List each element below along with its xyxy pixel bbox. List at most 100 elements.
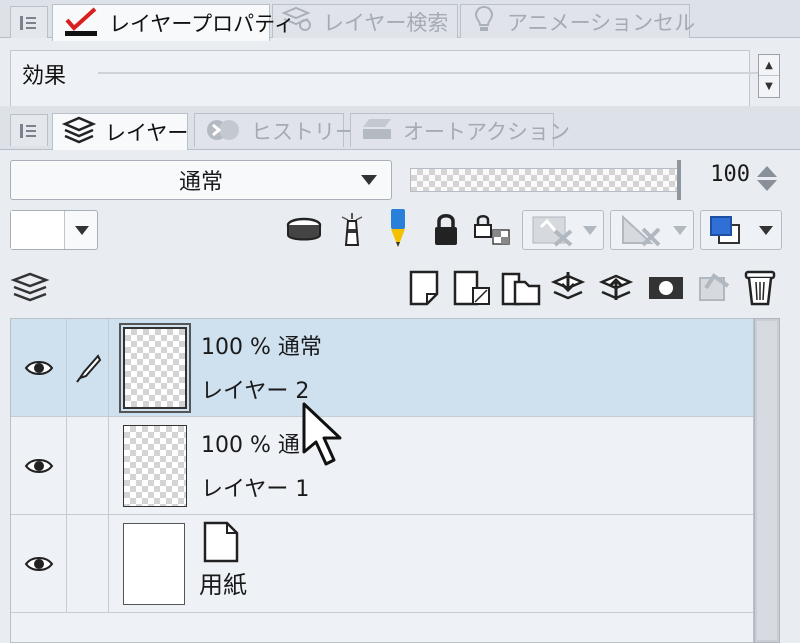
clip-lower-layer-icon — [286, 217, 322, 241]
layer-blend-info: 100 % 通 — [201, 433, 300, 458]
tab-auto-action[interactable]: オートアクション — [350, 113, 570, 148]
layer-edit-target[interactable] — [67, 417, 109, 515]
scrollbar-thumb[interactable] — [757, 321, 777, 640]
ruler-dropdown[interactable] — [610, 210, 694, 250]
new-folder-button[interactable] — [498, 266, 544, 310]
divider — [98, 72, 772, 74]
tab-label: レイヤー検索 — [323, 10, 449, 35]
create-mask-button[interactable] — [644, 268, 688, 308]
panel-menu-button[interactable] — [10, 6, 48, 38]
chevron-up-icon[interactable]: ▲ — [759, 55, 779, 76]
layer-row[interactable]: 100 % 通常 レイヤー 2 — [11, 319, 753, 417]
tab-layer-search[interactable]: レイヤー検索 — [272, 4, 458, 38]
mask-dropdown[interactable] — [522, 210, 604, 250]
layer-edit-target[interactable] — [67, 319, 109, 417]
history-icon — [203, 113, 243, 148]
tab-layer-property[interactable]: レイヤープロパティ — [52, 4, 295, 41]
layer-name[interactable]: レイヤー 1 — [201, 471, 309, 503]
delete-layer-button[interactable] — [740, 264, 780, 310]
paper-thumbnail — [123, 523, 185, 605]
chevron-down-icon[interactable]: ▼ — [759, 76, 779, 97]
lock-transparency-icon — [474, 215, 510, 245]
layer-visibility-toggle[interactable] — [11, 319, 67, 417]
lightbulb-icon — [469, 4, 499, 39]
lock-layer-button[interactable] — [428, 210, 464, 250]
merge-down-icon — [550, 272, 586, 300]
reference-layer-button[interactable] — [336, 208, 368, 250]
tab-label: ヒストリー — [251, 119, 356, 144]
layer-row[interactable]: 用紙 — [11, 515, 753, 613]
layer-color-select[interactable] — [10, 210, 98, 250]
ruler-icon — [622, 214, 661, 247]
layer-visibility-toggle[interactable] — [11, 417, 67, 515]
trash-icon — [744, 270, 776, 306]
chevron-down-icon[interactable] — [757, 180, 777, 191]
opacity-slider[interactable] — [410, 160, 681, 200]
layer-mask-icon — [649, 277, 683, 299]
lock-transparent-pixels-button[interactable] — [472, 210, 516, 250]
layer-name[interactable]: レイヤー 2 — [201, 373, 309, 405]
transfer-to-lower-layer-button[interactable] — [548, 266, 588, 310]
layer-row[interactable]: 100 % 通 レイヤー 1 — [11, 417, 753, 515]
layer-blend-info: 100 % 通常 — [201, 335, 322, 360]
layers-icon — [61, 115, 97, 150]
chevron-down-icon — [583, 226, 597, 235]
layer-thumbnail — [119, 323, 191, 413]
tab-layer[interactable]: レイヤー — [52, 113, 188, 150]
chevron-up-icon[interactable] — [757, 166, 777, 177]
tab-label: レイヤープロパティ — [109, 12, 295, 36]
panel-menu-icon — [20, 16, 36, 30]
new-folder-icon — [501, 272, 541, 306]
layer-list: 100 % 通常 レイヤー 2 100 % 通 レイヤー 1 用紙 — [10, 318, 754, 643]
layer-visibility-toggle[interactable] — [11, 515, 67, 613]
opacity-slider-thumb[interactable] — [677, 160, 681, 200]
opacity-value[interactable]: 100 — [690, 162, 750, 187]
chevron-down-icon — [361, 175, 377, 185]
chevron-down-icon — [673, 226, 687, 235]
top-tab-strip: レイヤープロパティ レイヤー検索 アニメーションセル — [0, 0, 800, 41]
tab-label: レイヤー — [105, 121, 189, 145]
draft-layer-button[interactable] — [382, 206, 414, 252]
pen-check-icon — [61, 6, 101, 41]
chevron-down-icon — [75, 226, 89, 235]
mouse-cursor-icon — [302, 402, 342, 466]
new-raster-layer-button[interactable] — [404, 266, 444, 310]
layer-color-mode-dropdown[interactable] — [700, 210, 782, 250]
layer-panel-menu-button[interactable] — [8, 268, 52, 308]
combine-to-lower-layer-button[interactable] — [596, 266, 636, 310]
tab-animation-cel[interactable]: アニメーションセル — [460, 4, 695, 39]
auto-action-icon — [359, 113, 395, 148]
clip-lower-layer-button[interactable] — [284, 212, 324, 248]
layer-color-icon — [710, 216, 740, 244]
layers-icon — [10, 272, 50, 302]
panel-menu-button[interactable] — [10, 114, 48, 146]
effect-label: 効果 — [22, 64, 67, 89]
new-vector-layer-button[interactable] — [450, 266, 494, 310]
blend-mode-value: 通常 — [178, 170, 223, 195]
layer-tab-strip: レイヤー ヒストリー オートアクション — [0, 106, 800, 150]
layer-edit-target[interactable] — [67, 515, 109, 613]
lighthouse-icon — [341, 213, 363, 246]
combine-down-icon — [598, 274, 634, 300]
eye-icon — [24, 361, 53, 375]
layer-color-swatch — [11, 211, 65, 249]
layer-thumbnail — [123, 425, 187, 507]
new-layer-icon — [409, 270, 439, 306]
effect-scroll-stepper[interactable]: ▲ ▼ — [758, 54, 780, 98]
apply-mask-button[interactable] — [692, 266, 736, 310]
paper-layer-icon — [201, 521, 241, 567]
layer-name[interactable]: 用紙 — [199, 565, 247, 600]
apply-mask-icon — [699, 273, 730, 301]
tab-history[interactable]: ヒストリー — [194, 113, 356, 148]
panel-menu-icon — [20, 124, 36, 138]
layer-list-scrollbar[interactable] — [754, 318, 780, 643]
lock-icon — [435, 214, 457, 245]
eye-icon — [24, 459, 53, 473]
effect-panel: 効果 ▲ ▼ — [0, 38, 800, 134]
opacity-stepper[interactable] — [754, 163, 780, 199]
blend-mode-select[interactable]: 通常 — [10, 160, 392, 200]
tab-label: オートアクション — [403, 119, 570, 144]
eye-icon — [24, 557, 53, 571]
layer-panel: 通常 100 100 % 通常 レイヤー 2 100 % 通 レイヤー 1 用紙 — [0, 150, 800, 643]
new-vector-layer-icon — [453, 270, 490, 306]
